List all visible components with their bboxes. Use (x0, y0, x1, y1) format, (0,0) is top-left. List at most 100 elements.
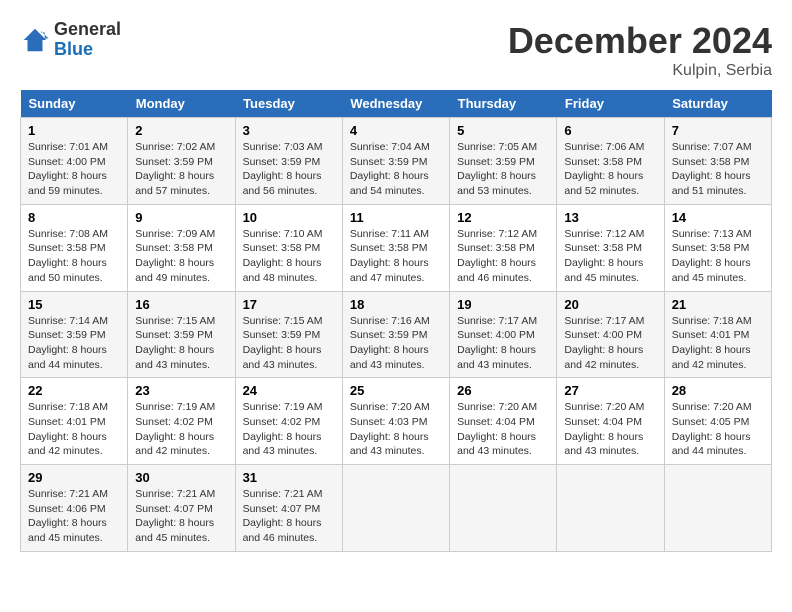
day-detail: Sunrise: 7:15 AMSunset: 3:59 PMDaylight:… (135, 315, 215, 371)
day-number: 25 (350, 383, 442, 398)
day-detail: Sunrise: 7:08 AMSunset: 3:58 PMDaylight:… (28, 228, 108, 284)
day-number: 21 (672, 297, 764, 312)
calendar-day-cell: 23 Sunrise: 7:19 AMSunset: 4:02 PMDaylig… (128, 378, 235, 465)
calendar-day-cell: 31 Sunrise: 7:21 AMSunset: 4:07 PMDaylig… (235, 465, 342, 552)
calendar-week-row: 29 Sunrise: 7:21 AMSunset: 4:06 PMDaylig… (21, 465, 772, 552)
calendar-day-cell: 25 Sunrise: 7:20 AMSunset: 4:03 PMDaylig… (342, 378, 449, 465)
calendar-day-cell: 20 Sunrise: 7:17 AMSunset: 4:00 PMDaylig… (557, 291, 664, 378)
calendar-day-cell (664, 465, 771, 552)
calendar-day-cell: 9 Sunrise: 7:09 AMSunset: 3:58 PMDayligh… (128, 204, 235, 291)
day-number: 27 (564, 383, 656, 398)
day-number: 14 (672, 210, 764, 225)
day-detail: Sunrise: 7:20 AMSunset: 4:04 PMDaylight:… (457, 401, 537, 457)
day-detail: Sunrise: 7:11 AMSunset: 3:58 PMDaylight:… (350, 228, 429, 284)
location-subtitle: Kulpin, Serbia (508, 62, 772, 80)
weekday-header-row: Sunday Monday Tuesday Wednesday Thursday… (21, 90, 772, 118)
calendar-day-cell: 10 Sunrise: 7:10 AMSunset: 3:58 PMDaylig… (235, 204, 342, 291)
day-number: 29 (28, 470, 120, 485)
day-number: 24 (243, 383, 335, 398)
calendar-day-cell: 12 Sunrise: 7:12 AMSunset: 3:58 PMDaylig… (450, 204, 557, 291)
day-detail: Sunrise: 7:16 AMSunset: 3:59 PMDaylight:… (350, 315, 430, 371)
calendar-day-cell: 11 Sunrise: 7:11 AMSunset: 3:58 PMDaylig… (342, 204, 449, 291)
page-header: GeneralBlue December 2024 Kulpin, Serbia (20, 20, 772, 80)
day-number: 16 (135, 297, 227, 312)
day-detail: Sunrise: 7:17 AMSunset: 4:00 PMDaylight:… (457, 315, 537, 371)
calendar-week-row: 22 Sunrise: 7:18 AMSunset: 4:01 PMDaylig… (21, 378, 772, 465)
day-number: 17 (243, 297, 335, 312)
day-number: 23 (135, 383, 227, 398)
day-detail: Sunrise: 7:21 AMSunset: 4:06 PMDaylight:… (28, 488, 108, 544)
day-number: 4 (350, 123, 442, 138)
day-number: 20 (564, 297, 656, 312)
day-detail: Sunrise: 7:15 AMSunset: 3:59 PMDaylight:… (243, 315, 323, 371)
calendar-day-cell: 16 Sunrise: 7:15 AMSunset: 3:59 PMDaylig… (128, 291, 235, 378)
day-detail: Sunrise: 7:19 AMSunset: 4:02 PMDaylight:… (135, 401, 215, 457)
day-number: 30 (135, 470, 227, 485)
day-number: 1 (28, 123, 120, 138)
day-detail: Sunrise: 7:06 AMSunset: 3:58 PMDaylight:… (564, 141, 644, 197)
header-wednesday: Wednesday (342, 90, 449, 118)
calendar-day-cell: 13 Sunrise: 7:12 AMSunset: 3:58 PMDaylig… (557, 204, 664, 291)
day-number: 2 (135, 123, 227, 138)
day-detail: Sunrise: 7:19 AMSunset: 4:02 PMDaylight:… (243, 401, 323, 457)
calendar-day-cell (557, 465, 664, 552)
calendar-day-cell: 21 Sunrise: 7:18 AMSunset: 4:01 PMDaylig… (664, 291, 771, 378)
calendar-day-cell: 5 Sunrise: 7:05 AMSunset: 3:59 PMDayligh… (450, 118, 557, 205)
calendar-day-cell: 27 Sunrise: 7:20 AMSunset: 4:04 PMDaylig… (557, 378, 664, 465)
day-detail: Sunrise: 7:04 AMSunset: 3:59 PMDaylight:… (350, 141, 430, 197)
header-friday: Friday (557, 90, 664, 118)
day-detail: Sunrise: 7:21 AMSunset: 4:07 PMDaylight:… (243, 488, 323, 544)
header-tuesday: Tuesday (235, 90, 342, 118)
day-detail: Sunrise: 7:12 AMSunset: 3:58 PMDaylight:… (457, 228, 537, 284)
calendar-day-cell: 30 Sunrise: 7:21 AMSunset: 4:07 PMDaylig… (128, 465, 235, 552)
day-detail: Sunrise: 7:21 AMSunset: 4:07 PMDaylight:… (135, 488, 215, 544)
header-sunday: Sunday (21, 90, 128, 118)
calendar-day-cell: 19 Sunrise: 7:17 AMSunset: 4:00 PMDaylig… (450, 291, 557, 378)
calendar-week-row: 1 Sunrise: 7:01 AMSunset: 4:00 PMDayligh… (21, 118, 772, 205)
day-detail: Sunrise: 7:07 AMSunset: 3:58 PMDaylight:… (672, 141, 752, 197)
day-detail: Sunrise: 7:20 AMSunset: 4:03 PMDaylight:… (350, 401, 430, 457)
day-number: 10 (243, 210, 335, 225)
day-number: 18 (350, 297, 442, 312)
day-detail: Sunrise: 7:05 AMSunset: 3:59 PMDaylight:… (457, 141, 537, 197)
day-number: 3 (243, 123, 335, 138)
day-detail: Sunrise: 7:10 AMSunset: 3:58 PMDaylight:… (243, 228, 323, 284)
calendar-day-cell: 24 Sunrise: 7:19 AMSunset: 4:02 PMDaylig… (235, 378, 342, 465)
logo-icon (20, 25, 50, 55)
day-number: 9 (135, 210, 227, 225)
day-detail: Sunrise: 7:12 AMSunset: 3:58 PMDaylight:… (564, 228, 644, 284)
calendar-day-cell (450, 465, 557, 552)
day-number: 8 (28, 210, 120, 225)
calendar-day-cell: 14 Sunrise: 7:13 AMSunset: 3:58 PMDaylig… (664, 204, 771, 291)
calendar-day-cell: 8 Sunrise: 7:08 AMSunset: 3:58 PMDayligh… (21, 204, 128, 291)
day-number: 26 (457, 383, 549, 398)
logo-text: GeneralBlue (54, 20, 121, 60)
day-detail: Sunrise: 7:20 AMSunset: 4:04 PMDaylight:… (564, 401, 644, 457)
day-number: 22 (28, 383, 120, 398)
header-saturday: Saturday (664, 90, 771, 118)
calendar-day-cell: 15 Sunrise: 7:14 AMSunset: 3:59 PMDaylig… (21, 291, 128, 378)
calendar-day-cell: 3 Sunrise: 7:03 AMSunset: 3:59 PMDayligh… (235, 118, 342, 205)
header-thursday: Thursday (450, 90, 557, 118)
calendar-day-cell: 26 Sunrise: 7:20 AMSunset: 4:04 PMDaylig… (450, 378, 557, 465)
day-number: 5 (457, 123, 549, 138)
day-number: 28 (672, 383, 764, 398)
logo: GeneralBlue (20, 20, 121, 60)
calendar-day-cell (342, 465, 449, 552)
calendar-day-cell: 29 Sunrise: 7:21 AMSunset: 4:06 PMDaylig… (21, 465, 128, 552)
calendar-day-cell: 4 Sunrise: 7:04 AMSunset: 3:59 PMDayligh… (342, 118, 449, 205)
calendar-table: Sunday Monday Tuesday Wednesday Thursday… (20, 90, 772, 552)
month-year-title: December 2024 (508, 20, 772, 62)
calendar-week-row: 15 Sunrise: 7:14 AMSunset: 3:59 PMDaylig… (21, 291, 772, 378)
calendar-day-cell: 1 Sunrise: 7:01 AMSunset: 4:00 PMDayligh… (21, 118, 128, 205)
day-number: 15 (28, 297, 120, 312)
day-detail: Sunrise: 7:09 AMSunset: 3:58 PMDaylight:… (135, 228, 215, 284)
day-detail: Sunrise: 7:02 AMSunset: 3:59 PMDaylight:… (135, 141, 215, 197)
day-detail: Sunrise: 7:18 AMSunset: 4:01 PMDaylight:… (28, 401, 108, 457)
day-detail: Sunrise: 7:03 AMSunset: 3:59 PMDaylight:… (243, 141, 323, 197)
day-number: 6 (564, 123, 656, 138)
calendar-day-cell: 22 Sunrise: 7:18 AMSunset: 4:01 PMDaylig… (21, 378, 128, 465)
day-detail: Sunrise: 7:01 AMSunset: 4:00 PMDaylight:… (28, 141, 108, 197)
calendar-day-cell: 6 Sunrise: 7:06 AMSunset: 3:58 PMDayligh… (557, 118, 664, 205)
day-detail: Sunrise: 7:14 AMSunset: 3:59 PMDaylight:… (28, 315, 108, 371)
